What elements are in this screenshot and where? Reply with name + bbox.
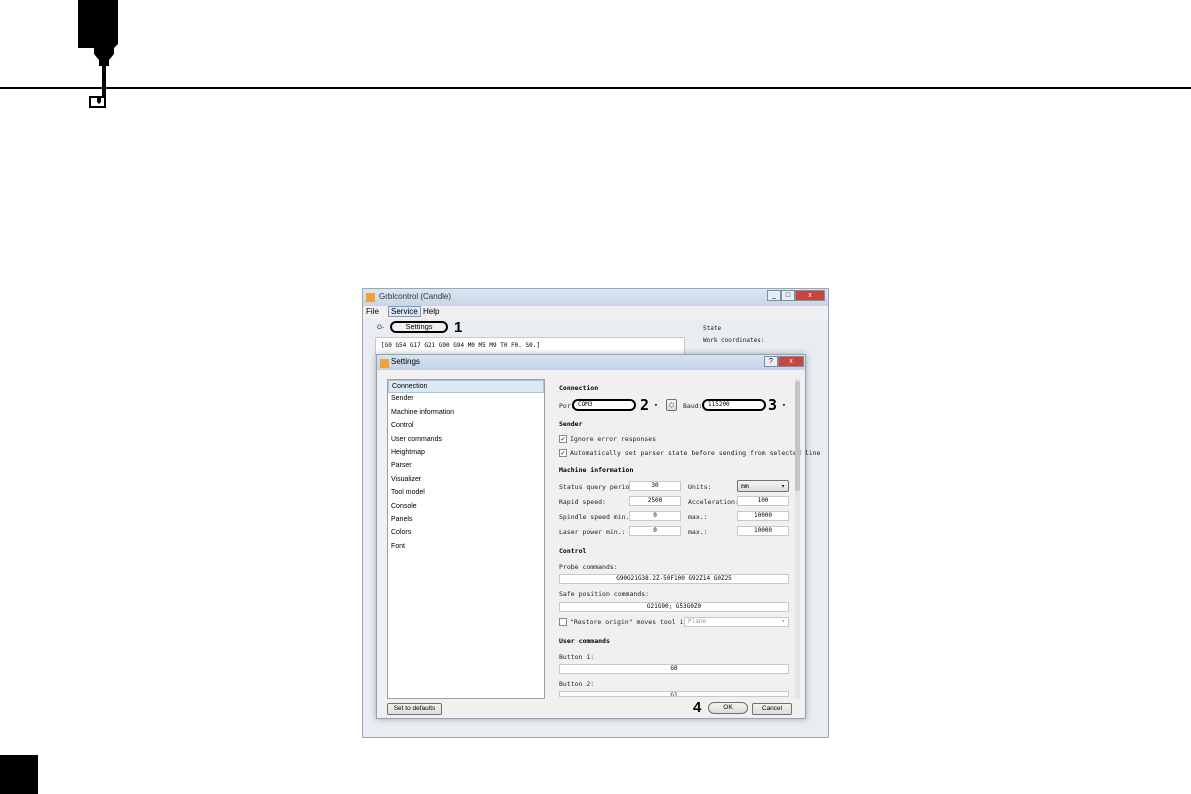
close-button[interactable]: x (795, 290, 825, 301)
spindle-max-label: max.: (688, 513, 708, 521)
category-control[interactable]: Control (388, 420, 544, 433)
user-commands-header: User commands (559, 637, 610, 645)
cancel-button[interactable]: Cancel (752, 703, 792, 715)
button1-field[interactable]: G0 (559, 664, 789, 674)
units-select[interactable]: mm ▾ (737, 480, 789, 492)
category-visualizer[interactable]: Visualizer (388, 474, 544, 487)
help-button[interactable]: ? (764, 356, 778, 367)
ignore-errors-checkbox[interactable]: ✓ (559, 435, 567, 443)
menu-file[interactable]: File (366, 307, 379, 316)
connection-header: Connection (559, 384, 599, 392)
laser-min-field[interactable]: 0 (629, 526, 681, 536)
category-heightmap[interactable]: Heightmap (388, 447, 544, 460)
set-to-defaults-button[interactable]: Set to defaults (387, 703, 442, 715)
auto-parser-checkbox[interactable]: ✓ (559, 449, 567, 457)
status-period-field[interactable]: 30 (629, 481, 681, 491)
units-value: mm (741, 482, 749, 490)
laser-max-label: max.: (688, 528, 708, 536)
baud-label: Baud: (683, 402, 703, 410)
engraver-bit-icon (78, 0, 118, 108)
status-period-label: Status query period: (559, 483, 638, 491)
laser-min-label: Laser power min.: (559, 528, 626, 536)
category-list[interactable]: Connection Sender Machine information Co… (387, 379, 545, 699)
port-dropdown-arrow-icon[interactable]: ▾ (654, 401, 658, 409)
rapid-speed-field[interactable]: 2500 (629, 496, 681, 506)
refresh-ports-icon[interactable]: ◌ (666, 399, 677, 411)
settings-menu-item[interactable]: Settings (390, 321, 448, 333)
spindle-max-field[interactable]: 10000 (737, 511, 789, 521)
safe-position-field[interactable]: G21G90; G53G0Z0 (559, 602, 789, 612)
button1-label: Button 1: (559, 653, 595, 661)
restore-origin-select: Plane ▾ (684, 617, 789, 627)
category-font[interactable]: Font (388, 541, 544, 554)
control-header: Control (559, 547, 587, 555)
settings-icon (380, 359, 389, 368)
category-tool-model[interactable]: Tool model (388, 487, 544, 500)
category-colors[interactable]: Colors (388, 527, 544, 540)
safe-position-label: Safe position commands: (559, 590, 650, 598)
restore-origin-label: "Restore origin" moves tool in: (570, 618, 692, 626)
category-console[interactable]: Console (388, 501, 544, 514)
maximize-button[interactable]: □ (781, 290, 795, 301)
rapid-speed-label: Rapid speed: (559, 498, 606, 506)
header-rule (0, 87, 1191, 89)
restore-origin-value: Plane (688, 618, 707, 625)
acceleration-field[interactable]: 100 (737, 496, 789, 506)
scrollbar[interactable] (795, 379, 800, 699)
menu-bar: File Service Help (363, 306, 828, 319)
step-number-1: 1 (454, 319, 463, 336)
category-parser[interactable]: Parser (388, 460, 544, 473)
dialog-title-bar: Settings (377, 355, 805, 370)
baud-dropdown-arrow-icon[interactable]: ▾ (782, 401, 786, 409)
category-panels[interactable]: Panels (388, 514, 544, 527)
dialog-title: Settings (391, 357, 420, 366)
probe-commands-field[interactable]: G90G21G38.2Z-50F100 G92Z14 G0Z25 (559, 574, 789, 584)
chevron-down-icon: ▾ (781, 482, 785, 490)
auto-parser-label: Automatically set parser state before se… (570, 449, 821, 457)
work-coords-label: Work coordinates: (703, 337, 765, 344)
category-machine-information[interactable]: Machine information (388, 407, 544, 420)
probe-commands-label: Probe commands: (559, 563, 618, 571)
step-number-3: 3 (768, 396, 778, 414)
minimize-button[interactable]: _ (767, 290, 781, 301)
page-corner-marker (0, 755, 38, 794)
category-user-commands[interactable]: User commands (388, 434, 544, 447)
state-label: State (703, 325, 722, 332)
app-window: Grblcontrol (Candle) _ □ x File Service … (362, 288, 829, 738)
settings-dialog: Settings ? x Connection Sender Machine i… (376, 354, 820, 719)
category-sender[interactable]: Sender (388, 393, 544, 406)
gcode-label: G- (377, 324, 385, 331)
menu-help[interactable]: Help (423, 307, 439, 316)
button2-label: Button 2: (559, 680, 595, 688)
baud-select[interactable]: 115200 (702, 399, 766, 411)
machine-info-header: Machine information (559, 466, 634, 474)
menu-service[interactable]: Service (388, 306, 421, 317)
acceleration-label: Acceleration: (688, 498, 739, 506)
dialog-close-button[interactable]: x (778, 356, 804, 367)
title-bar: Grblcontrol (Candle) (363, 289, 828, 306)
step-number-4: 4 (693, 699, 702, 716)
step-number-2: 2 (640, 396, 650, 414)
ok-button[interactable]: OK (708, 702, 748, 714)
restore-origin-checkbox[interactable] (559, 618, 567, 626)
laser-max-field[interactable]: 10000 (737, 526, 789, 536)
app-icon (366, 293, 375, 302)
window-title: Grblcontrol (Candle) (379, 292, 452, 301)
spindle-min-label: Spindle speed min.: (559, 513, 634, 521)
ignore-errors-label: Ignore error responses (570, 435, 657, 443)
sender-header: Sender (559, 420, 583, 428)
spindle-min-field[interactable]: 0 (629, 511, 681, 521)
units-label: Units: (688, 483, 712, 491)
button2-field[interactable]: G1 (559, 691, 789, 697)
gcode-state-field: [G0 G54 G17 G21 G90 G94 M0 M5 M9 T0 F0. … (375, 337, 685, 355)
port-select[interactable]: COM3 (572, 399, 636, 411)
category-connection[interactable]: Connection (388, 380, 544, 394)
